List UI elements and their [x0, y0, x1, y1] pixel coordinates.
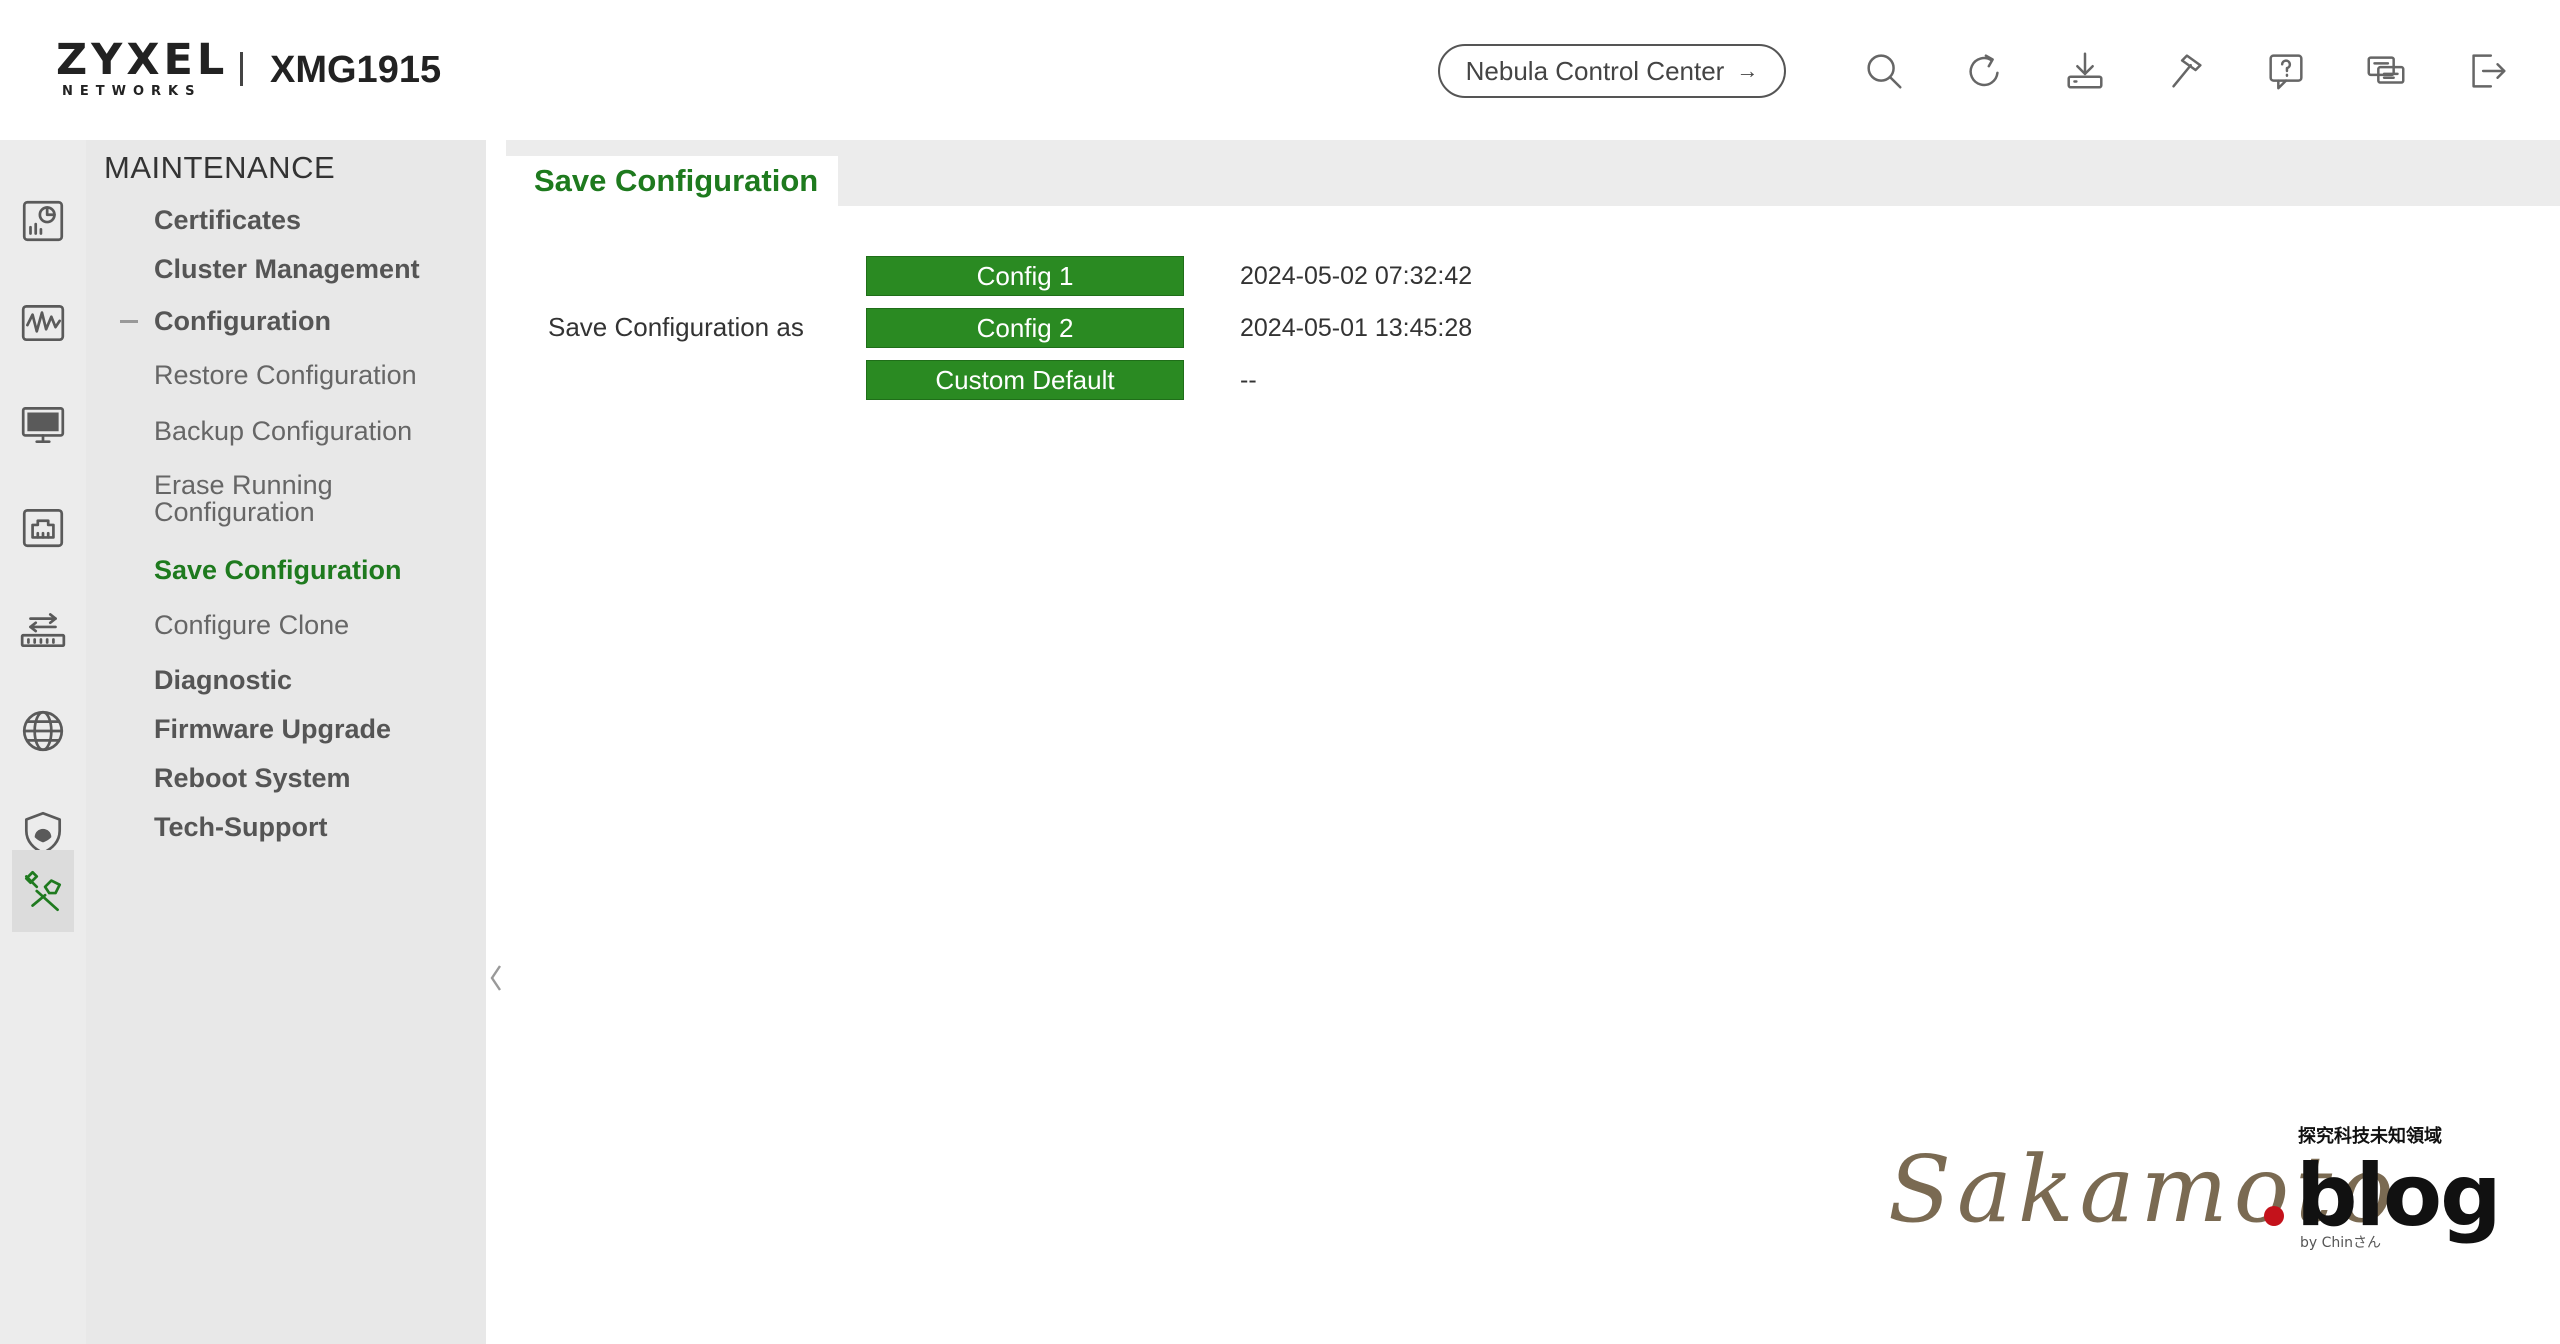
- menu-item-erase-running-configuration[interactable]: Erase Running Configuration: [154, 472, 333, 526]
- menu-item-tech-support[interactable]: Tech-Support: [154, 812, 327, 842]
- logo-brand: ZYXEL: [56, 35, 229, 85]
- nebula-control-center-button[interactable]: Nebula Control Center →: [1438, 44, 1786, 98]
- erase-label-line2: Configuration: [154, 497, 315, 527]
- tab-save-configuration[interactable]: Save Configuration: [506, 156, 838, 206]
- logout-icon[interactable]: [2456, 40, 2518, 102]
- tab-strip: Save Configuration: [506, 140, 2560, 206]
- logo-divider: [240, 52, 243, 86]
- config-1-timestamp: 2024-05-02 07:32:42: [1240, 262, 1473, 290]
- menu-item-configure-clone[interactable]: Configure Clone: [154, 610, 349, 640]
- custom-default-button[interactable]: Custom Default: [866, 360, 1184, 400]
- icon-rail: [0, 140, 86, 1344]
- arrow-right-icon: →: [1736, 58, 1759, 83]
- maintenance-tools-icon[interactable]: [12, 850, 74, 932]
- zyxel-logo[interactable]: ZYXEL NETWORKS: [56, 35, 229, 102]
- device-model: XMG1915: [270, 49, 442, 91]
- save-download-icon[interactable]: [2054, 40, 2116, 102]
- switching-icon[interactable]: [12, 588, 74, 670]
- refresh-icon[interactable]: [1953, 40, 2015, 102]
- menu-item-configuration[interactable]: Configuration: [154, 306, 331, 336]
- menu-item-firmware-upgrade[interactable]: Firmware Upgrade: [154, 714, 391, 744]
- menu-item-diagnostic[interactable]: Diagnostic: [154, 665, 292, 695]
- blog-watermark: Sakamoto 探究科技未知領域 blog by Chinさん: [1888, 1126, 2502, 1260]
- logo-subtitle: NETWORKS: [62, 84, 202, 99]
- help-icon[interactable]: [2255, 40, 2317, 102]
- system-display-icon[interactable]: [12, 384, 74, 466]
- erase-label-line1: Erase Running: [154, 470, 333, 500]
- watermark-tagline: 探究科技未知領域: [2298, 1126, 2442, 1147]
- menu-item-cluster-management[interactable]: Cluster Management: [154, 254, 420, 284]
- config-2-timestamp: 2024-05-01 13:45:28: [1240, 314, 1473, 342]
- menu-item-save-configuration[interactable]: Save Configuration: [154, 555, 402, 585]
- network-globe-icon[interactable]: [12, 690, 74, 772]
- maintenance-menu: MAINTENANCE Certificates Cluster Managem…: [86, 140, 486, 1344]
- watermark-byline: by Chinさん: [2300, 1235, 2382, 1251]
- collapse-indicator[interactable]: [120, 320, 138, 323]
- port-icon[interactable]: [12, 486, 74, 568]
- menu-item-certificates[interactable]: Certificates: [154, 205, 301, 235]
- save-as-label: Save Configuration as: [548, 312, 804, 342]
- config-1-button[interactable]: Config 1: [866, 256, 1184, 296]
- watermark-blog: blog: [2296, 1146, 2502, 1246]
- collapse-panel-chevron-icon[interactable]: [486, 960, 506, 996]
- monitor-waveform-icon[interactable]: [12, 282, 74, 364]
- search-icon[interactable]: [1853, 40, 1915, 102]
- menu-item-restore-configuration[interactable]: Restore Configuration: [154, 360, 417, 390]
- tools-icon[interactable]: [2154, 40, 2216, 102]
- nebula-button-label: Nebula Control Center: [1465, 55, 1725, 86]
- menu-item-backup-configuration[interactable]: Backup Configuration: [154, 416, 412, 446]
- dashboard-icon[interactable]: [12, 180, 74, 262]
- menu-title: MAINTENANCE: [104, 150, 336, 185]
- custom-default-timestamp: --: [1240, 366, 1257, 394]
- top-header: ZYXEL NETWORKS XMG1915 Nebula Control Ce…: [0, 0, 2560, 140]
- config-2-button[interactable]: Config 2: [866, 308, 1184, 348]
- watermark-dot: [2264, 1206, 2284, 1226]
- feedback-icon[interactable]: [2355, 40, 2417, 102]
- menu-item-reboot-system[interactable]: Reboot System: [154, 763, 351, 793]
